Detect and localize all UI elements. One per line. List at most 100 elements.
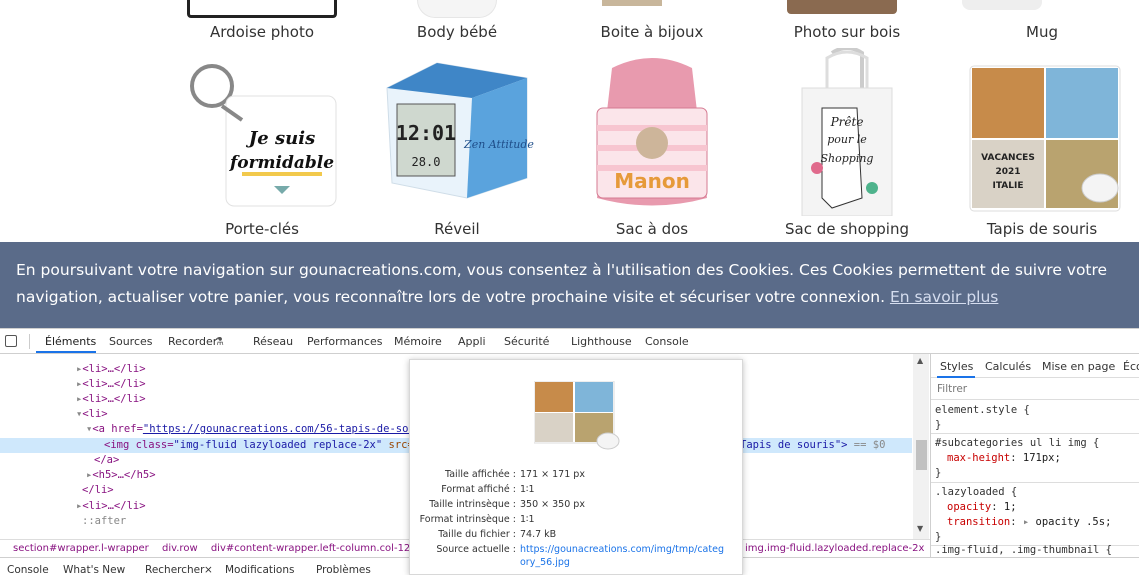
wood-photo-image (787, 0, 897, 14)
tote-bag-image: Prête pour le Shopping (767, 48, 927, 216)
tab-sources[interactable]: Sources (109, 335, 153, 348)
tooltip-source-link-cont[interactable]: ory_56.jpg (520, 556, 570, 570)
breadcrumb-item[interactable]: div#content-wrapper.left-column.col-12.c… (211, 543, 434, 554)
product-sac-de-shopping[interactable]: Prête pour le Shopping Sac de shopping (757, 48, 937, 242)
product-sac-a-dos[interactable]: Manon Sac à dos (562, 48, 742, 242)
product-label: Sac de shopping (785, 220, 909, 238)
cookie-more-link[interactable]: En savoir plus (890, 288, 998, 306)
svg-text:2021: 2021 (995, 167, 1020, 177)
tooltip-thumbnail (533, 380, 620, 450)
styles-tabbar: Styles Calculés Mise en page Éco (931, 354, 1139, 378)
product-label: Photo sur bois (793, 23, 901, 41)
tab-elements[interactable]: Éléments (45, 335, 96, 348)
product-label: Porte-clés (225, 220, 299, 238)
keychain-image: Je suis formidable (182, 48, 342, 216)
dom-node-img[interactable]: <img class="img-fluid lazyloaded replace… (104, 438, 433, 453)
active-tab-indicator (36, 351, 96, 353)
svg-text:12:01: 12:01 (396, 121, 456, 145)
product-label: Mug (1026, 23, 1058, 41)
scroll-up-icon[interactable]: ▲ (917, 356, 923, 365)
dom-node-anchor[interactable]: ▾<a href="https://gounacreations.com/56-… (86, 422, 434, 437)
drawer-tab-console[interactable]: Console (7, 564, 49, 575)
breadcrumb-item[interactable]: div.row (162, 543, 198, 554)
style-rule-img-fluid[interactable]: .img-fluid, .img-thumbnail { (931, 543, 1139, 557)
dom-node[interactable]: ▸<li>…</li> (76, 392, 146, 407)
backpack-image: Manon (572, 48, 732, 216)
dom-node[interactable]: ▸<li>…</li> (76, 377, 146, 392)
tab-performance[interactable]: Performances (307, 335, 382, 348)
product-porte-cles[interactable]: Je suis formidable Porte-clés (172, 48, 352, 242)
style-rule-subcategories[interactable]: #subcategories ul li img { max-height: 1… (931, 436, 1139, 483)
tab-recorder[interactable]: Recorder (168, 335, 217, 348)
dom-node[interactable]: ▸<h5>…</h5> (86, 468, 156, 483)
dom-node[interactable]: ▸<li>…</li> (76, 362, 146, 377)
dom-node[interactable]: </li> (82, 483, 114, 498)
tab-computed[interactable]: Calculés (985, 360, 1031, 373)
tooltip-row: Taille intrinsèque :350 × 350 px (429, 499, 585, 510)
tab-layout[interactable]: Mise en page (1042, 360, 1115, 373)
svg-text:Shopping: Shopping (821, 152, 874, 165)
dom-node[interactable]: ▸<li>…</li> (76, 499, 146, 514)
cookie-banner: En poursuivant votre navigation sur goun… (0, 242, 1139, 328)
tab-security[interactable]: Sécurité (504, 335, 549, 348)
svg-text:28.0: 28.0 (412, 155, 441, 169)
style-rule-element[interactable]: element.style { } (931, 403, 1139, 434)
tab-lighthouse[interactable]: Lighthouse (571, 335, 632, 348)
svg-text:pour le: pour le (827, 133, 867, 146)
product-label: Sac à dos (615, 220, 689, 238)
svg-text:Manon: Manon (614, 169, 690, 193)
drawer-tab-whats-new[interactable]: What's New (63, 564, 125, 575)
breadcrumb-item[interactable]: img.img-fluid.lazyloaded.replace-2x (745, 543, 924, 554)
product-tapis-de-souris[interactable]: VACANCES 2021 ITALIE Tapis de souris (952, 48, 1132, 242)
dom-scrollbar[interactable]: ▲ ▼ (913, 354, 929, 539)
dom-scrollbar-thumb[interactable] (916, 440, 927, 470)
cookie-text-line2: navigation, actualiser votre panier, vou… (16, 284, 1139, 311)
tooltip-row: Taille du fichier :74.7 kB (438, 529, 557, 540)
style-rule-lazyloaded[interactable]: .lazyloaded { opacity: 1; transition: ▸ … (931, 485, 1139, 546)
tab-console[interactable]: Console (645, 335, 689, 348)
svg-text:Prête: Prête (830, 115, 864, 129)
tab-memory[interactable]: Mémoire (394, 335, 442, 348)
tooltip-row: Format intrinsèque :1∶1 (419, 514, 535, 525)
dom-node[interactable]: </a> (94, 453, 119, 468)
dom-node[interactable]: ▾<li> (76, 407, 108, 422)
tooltip-source-link[interactable]: https://gounacreations.com/img/tmp/categ (520, 543, 724, 557)
tooltip-row: Format affiché :1∶1 (441, 484, 535, 495)
svg-text:formidable: formidable (229, 153, 334, 173)
devtools-tabbar: Éléments Sources Recorder ⚗ Réseau Perfo… (0, 329, 1139, 354)
close-icon[interactable]: × (204, 564, 213, 575)
product-label: Tapis de souris (986, 220, 1098, 238)
drawer-tab-issues[interactable]: Problèmes (316, 564, 371, 575)
jewelry-box-image (602, 0, 662, 6)
tab-eco[interactable]: Éco (1123, 360, 1139, 373)
styles-filter-input[interactable]: Filtrer (931, 378, 1139, 400)
drawer-tab-changes[interactable]: Modifications (225, 564, 294, 575)
styles-pane: Styles Calculés Mise en page Éco Filtrer… (930, 354, 1139, 557)
product-label: Réveil (434, 220, 480, 238)
drawer-tab-search[interactable]: Rechercher (145, 564, 204, 575)
alarm-clock-image: 12:01 28.0 Zen Attitude (377, 48, 537, 216)
tooltip-row: ory_56.jpg (410, 556, 744, 570)
ardoise-image (187, 0, 337, 18)
image-preview-tooltip: Taille affichée :171 × 171 px Format aff… (409, 359, 743, 575)
tooltip-row: Source actuelle : https://gounacreations.… (436, 543, 724, 557)
tab-application[interactable]: Appli (458, 335, 486, 348)
tooltip-row: Taille affichée :171 × 171 px (445, 469, 585, 480)
product-label: Body bébé (416, 23, 498, 41)
scroll-down-icon[interactable]: ▼ (917, 524, 923, 533)
svg-text:Zen Attitude: Zen Attitude (463, 138, 534, 151)
dom-node-img-tail: Tapis de souris"> == $0 (740, 439, 886, 451)
tab-styles[interactable]: Styles (940, 360, 973, 373)
mug-image (962, 0, 1042, 10)
product-label: Boite à bijoux (600, 23, 704, 41)
mousepad-image: VACANCES 2021 ITALIE (962, 48, 1122, 216)
svg-text:VACANCES: VACANCES (981, 153, 1035, 163)
product-reveil[interactable]: 12:01 28.0 Zen Attitude Réveil (367, 48, 547, 242)
dock-icon[interactable] (5, 335, 17, 347)
dom-pseudo-after[interactable]: ::after (82, 514, 126, 529)
tab-network[interactable]: Réseau (253, 335, 293, 348)
svg-text:ITALIE: ITALIE (993, 181, 1024, 191)
product-label: Ardoise photo (209, 23, 315, 41)
body-bebe-image (417, 0, 497, 18)
breadcrumb-item[interactable]: section#wrapper.l-wrapper (13, 543, 149, 554)
